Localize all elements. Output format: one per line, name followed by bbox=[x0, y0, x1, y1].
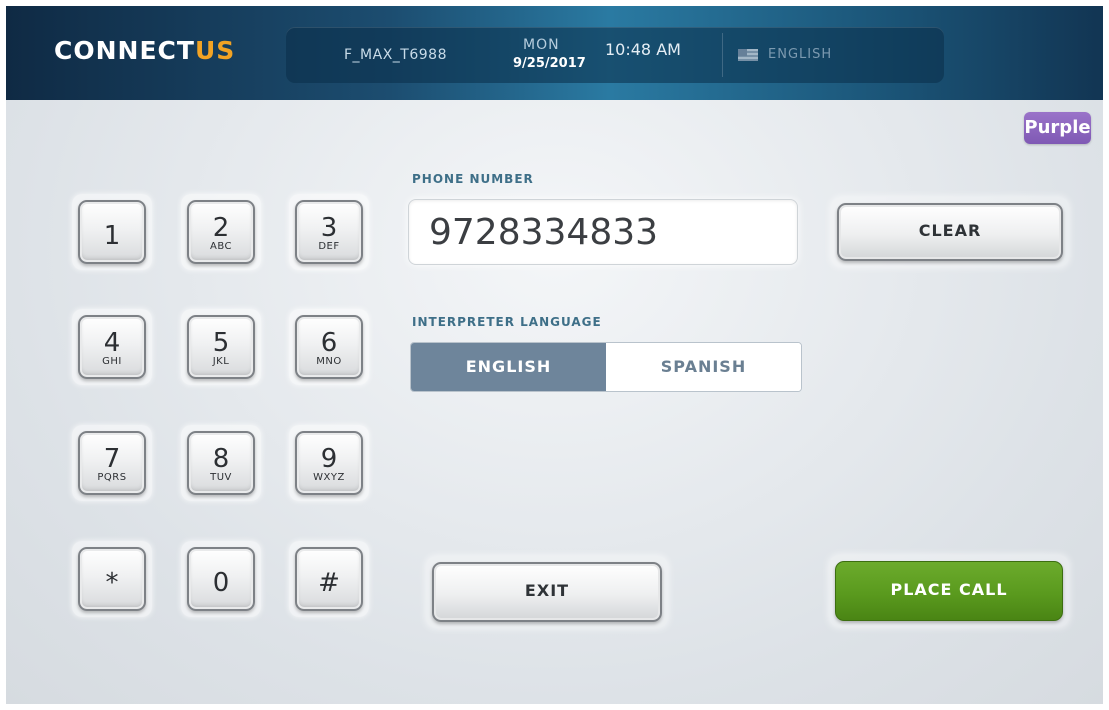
key-digit: 2 bbox=[212, 213, 230, 243]
status-panel: F_MAX_T6988 MON 9/25/2017 10:48 AM ENGLI… bbox=[286, 27, 944, 83]
keypad-key-2[interactable]: 2 ABC bbox=[181, 194, 261, 270]
key-letters: JKL bbox=[212, 356, 230, 367]
keypad-key-8[interactable]: 8 TUV bbox=[181, 425, 261, 501]
place-call-button[interactable]: PLACE CALL bbox=[835, 561, 1063, 621]
current-time: 10:48 AM bbox=[605, 40, 681, 59]
keypad-key-star[interactable]: * bbox=[72, 541, 152, 617]
keypad-key-hash[interactable]: # bbox=[289, 541, 369, 617]
app-logo: CONNECTUS bbox=[54, 36, 235, 65]
key-letters: DEF bbox=[318, 241, 340, 252]
place-call-button-frame: PLACE CALL bbox=[829, 555, 1069, 627]
interpreter-language-toggle: ENGLISH SPANISH bbox=[410, 342, 802, 392]
current-date: 9/25/2017 bbox=[513, 56, 586, 71]
keypad-key-9[interactable]: 9 WXYZ bbox=[289, 425, 369, 501]
key-digit: 4 bbox=[103, 328, 121, 358]
key-letters: PQRS bbox=[97, 472, 127, 483]
key-digit: 5 bbox=[212, 328, 230, 358]
header-bar: CONNECTUS F_MAX_T6988 MON 9/25/2017 10:4… bbox=[6, 6, 1103, 100]
interpreter-language-label: INTERPRETER LANGUAGE bbox=[412, 315, 602, 329]
language-option-english[interactable]: ENGLISH bbox=[411, 343, 606, 391]
key-letters: ABC bbox=[209, 241, 232, 252]
logo-text-main: CONNECT bbox=[54, 36, 195, 65]
key-digit: 1 bbox=[103, 221, 121, 251]
key-digit: 7 bbox=[103, 444, 121, 474]
day-of-week: MON bbox=[523, 37, 560, 53]
kiosk-screen: CONNECTUS F_MAX_T6988 MON 9/25/2017 10:4… bbox=[6, 6, 1103, 704]
keypad-key-0[interactable]: 0 bbox=[181, 541, 261, 617]
clear-button-frame: CLEAR bbox=[831, 197, 1069, 267]
clear-button[interactable]: CLEAR bbox=[837, 203, 1063, 261]
keypad-key-1[interactable]: 1 bbox=[72, 194, 152, 270]
keypad-key-5[interactable]: 5 JKL bbox=[181, 309, 261, 385]
phone-number-label: PHONE NUMBER bbox=[412, 172, 534, 186]
status-divider bbox=[722, 33, 723, 77]
exit-button-frame: EXIT bbox=[426, 556, 668, 628]
purple-brand-logo: Purple bbox=[1024, 112, 1091, 144]
language-option-spanish[interactable]: SPANISH bbox=[606, 343, 801, 391]
key-digit: 9 bbox=[320, 444, 338, 474]
exit-button[interactable]: EXIT bbox=[432, 562, 662, 622]
key-digit: # bbox=[318, 568, 340, 598]
language-selector[interactable]: ENGLISH bbox=[768, 47, 832, 62]
phone-number-input[interactable]: 9728334833 bbox=[408, 199, 798, 265]
key-letters: MNO bbox=[316, 356, 342, 367]
key-digit: 8 bbox=[212, 444, 230, 474]
key-letters: TUV bbox=[210, 472, 232, 483]
key-digit: * bbox=[105, 568, 119, 598]
keypad-key-6[interactable]: 6 MNO bbox=[289, 309, 369, 385]
key-digit: 6 bbox=[320, 328, 338, 358]
station-id: F_MAX_T6988 bbox=[344, 47, 447, 63]
key-digit: 3 bbox=[320, 213, 338, 243]
keypad-key-4[interactable]: 4 GHI bbox=[72, 309, 152, 385]
keypad-key-7[interactable]: 7 PQRS bbox=[72, 425, 152, 501]
key-digit: 0 bbox=[212, 568, 230, 598]
key-letters: WXYZ bbox=[313, 472, 345, 483]
us-flag-icon[interactable] bbox=[738, 49, 758, 61]
logo-text-accent: US bbox=[194, 36, 236, 65]
keypad-key-3[interactable]: 3 DEF bbox=[289, 194, 369, 270]
key-letters: GHI bbox=[102, 356, 122, 367]
